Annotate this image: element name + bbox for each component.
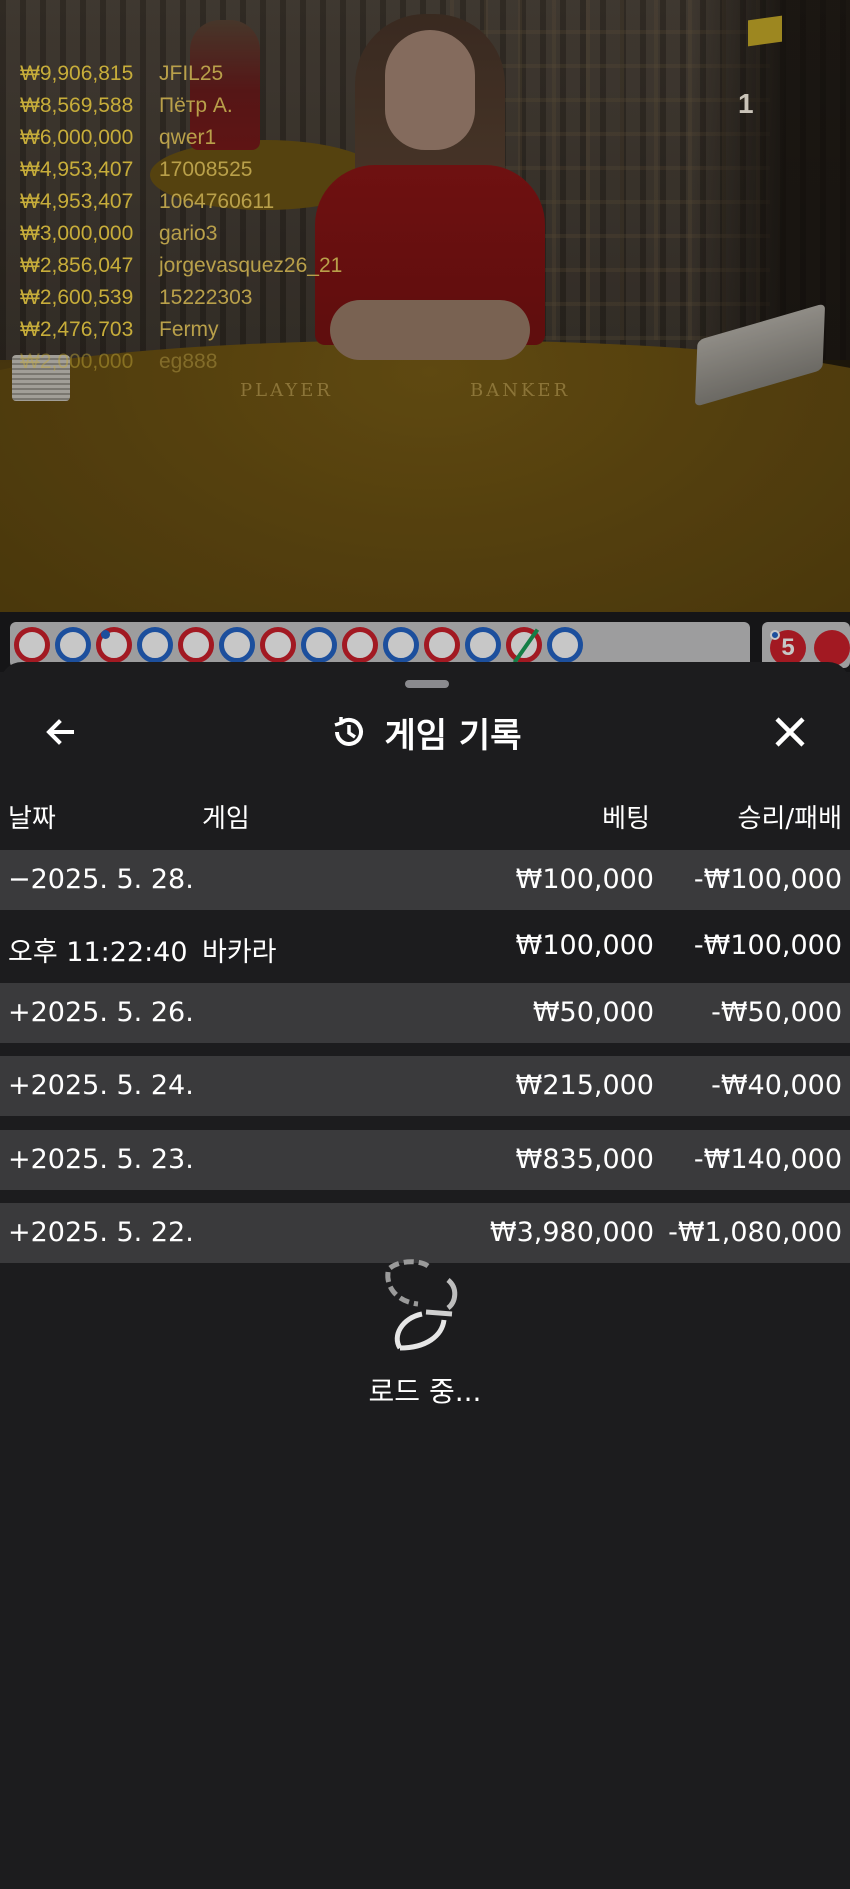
leaderboard-name: 17008525	[159, 158, 253, 181]
leaderboard-amount: ₩9,906,815	[20, 62, 134, 85]
leaderboard-name: Пётр А.	[159, 94, 233, 117]
leaderboard-row: ₩2,600,539 15222303	[20, 282, 342, 314]
leaderboard-name: qwer1	[159, 126, 217, 149]
leaderboard-amount: ₩8,569,588	[20, 94, 134, 117]
leaderboard-row: ₩6,000,000 qwer1	[20, 122, 342, 154]
row-bet: ₩215,000	[515, 1070, 654, 1101]
live-video-feed: PLAYER BANKER 1 ₩9,906,815 JFIL25 ₩8,569,…	[0, 0, 850, 612]
leaderboard-amount: ₩2,476,703	[20, 318, 134, 341]
leaderboard-name: 15222303	[159, 286, 253, 309]
row-date: −2025. 5. 28.	[8, 864, 194, 895]
close-icon	[775, 717, 805, 747]
history-day-row[interactable]: +2025. 5. 22. ₩3,980,000 -₩1,080,000	[0, 1203, 850, 1263]
leaderboard-amount: ₩2,000,000	[20, 350, 134, 373]
leaderboard-amount: ₩3,000,000	[20, 222, 134, 245]
row-date: +2025. 5. 22.	[8, 1217, 194, 1248]
row-date: +2025. 5. 24.	[8, 1070, 194, 1101]
leaderboard-row: ₩9,906,815 JFIL25	[20, 58, 342, 90]
row-bet: ₩3,980,000	[489, 1217, 654, 1248]
history-detail-row[interactable]: 오후 11:22:40 바카라 ₩100,000 -₩100,000	[0, 916, 850, 976]
close-button[interactable]	[768, 710, 812, 754]
leaderboard-name: 1064760611	[159, 190, 275, 213]
history-icon	[333, 717, 363, 746]
leaderboard-amount: ₩2,856,047	[20, 254, 134, 277]
leaderboard-row: ₩2,000,000 eg888	[20, 346, 342, 378]
row-time: 오후 11:22:40	[8, 937, 188, 968]
column-header-game: 게임	[202, 804, 250, 834]
leaderboard-row: ₩2,476,703 Fermy	[20, 314, 342, 346]
row-win-loss: -₩100,000	[693, 930, 842, 961]
winners-leaderboard: ₩9,906,815 JFIL25 ₩8,569,588 Пётр А. ₩6,00…	[20, 58, 342, 378]
row-win-loss: -₩40,000	[711, 1070, 842, 1101]
history-day-row[interactable]: +2025. 5. 24. ₩215,000 -₩40,000	[0, 1056, 850, 1116]
row-bet: ₩100,000	[515, 864, 654, 895]
sheet-title: 게임 기록	[384, 715, 522, 756]
leaderboard-name: JFIL25	[159, 62, 224, 85]
sheet-header: 게임 기록	[0, 706, 850, 758]
history-table-header: 날짜 게임 베팅 승리/패배	[0, 794, 850, 838]
column-header-bet: 베팅	[602, 804, 650, 834]
leaderboard-row: ₩8,569,588 Пётр А.	[20, 90, 342, 122]
leaderboard-name: Fermy	[159, 318, 219, 341]
column-header-date: 날짜	[8, 804, 56, 834]
row-bet: ₩50,000	[532, 997, 654, 1028]
history-day-row[interactable]: −2025. 5. 28. ₩100,000 -₩100,000	[0, 850, 850, 910]
leaderboard-amount: ₩4,953,407	[20, 158, 134, 181]
row-win-loss: -₩100,000	[693, 864, 842, 895]
leaderboard-name: eg888	[159, 350, 218, 373]
row-win-loss: -₩1,080,000	[668, 1217, 842, 1248]
leaderboard-row: ₩4,953,407 1064760611	[20, 186, 342, 218]
round-number: 1	[738, 88, 754, 119]
spinner-icon	[385, 1259, 458, 1351]
row-date: +2025. 5. 23.	[8, 1144, 194, 1175]
sheet-grabber[interactable]	[405, 680, 449, 688]
history-day-row[interactable]: +2025. 5. 26. ₩50,000 -₩50,000	[0, 983, 850, 1043]
leaderboard-amount: ₩4,953,407	[20, 190, 134, 213]
leaderboard-name: gario3	[159, 222, 218, 245]
loading-text: 로드 중...	[368, 1375, 482, 1408]
row-win-loss: -₩140,000	[693, 1144, 842, 1175]
history-day-row[interactable]: +2025. 5. 23. ₩835,000 -₩140,000	[0, 1130, 850, 1190]
leaderboard-row: ₩3,000,000 gario3	[20, 218, 342, 250]
leaderboard-name: jorgevasquez26_21	[159, 254, 343, 277]
leaderboard-amount: ₩2,600,539	[20, 286, 134, 309]
row-date: +2025. 5. 26.	[8, 997, 194, 1028]
row-game: 바카라	[202, 937, 277, 968]
leaderboard-amount: ₩6,000,000	[20, 126, 134, 149]
leaderboard-row: ₩4,953,407 17008525	[20, 154, 342, 186]
row-bet: ₩100,000	[515, 930, 654, 961]
leaderboard-row: ₩2,856,047 jorgevasquez26_21	[20, 250, 342, 282]
column-header-win-loss: 승리/패배	[737, 804, 842, 834]
game-history-sheet: 게임 기록 날짜 게임 베팅 승리/패배 −2025. 5. 28. ₩100,…	[0, 662, 850, 1889]
row-bet: ₩835,000	[515, 1144, 654, 1175]
row-win-loss: -₩50,000	[711, 997, 842, 1028]
